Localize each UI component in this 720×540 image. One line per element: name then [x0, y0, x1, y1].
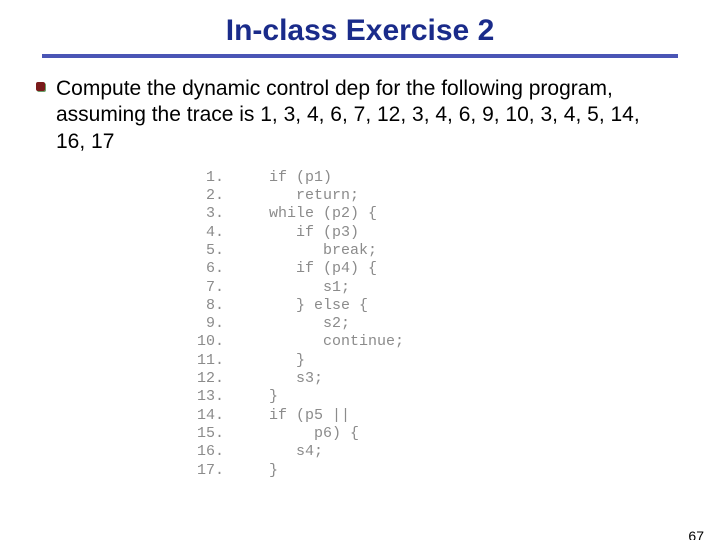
code-line: 3. while (p2) { — [190, 205, 720, 223]
bullet-text: Compute the dynamic control dep for the … — [56, 77, 640, 153]
code-line: 2. return; — [190, 187, 720, 205]
code-line: 7. s1; — [190, 279, 720, 297]
slide-title: In-class Exercise 2 — [0, 14, 720, 48]
code-line: 4. if (p3) — [190, 224, 720, 242]
code-line: 16. s4; — [190, 443, 720, 461]
code-line: 9. s2; — [190, 315, 720, 333]
code-line: 15. p6) { — [190, 425, 720, 443]
code-line: 8. } else { — [190, 297, 720, 315]
code-line: 5. break; — [190, 242, 720, 260]
bullet-icon — [36, 82, 46, 92]
code-line: 6. if (p4) { — [190, 260, 720, 278]
code-line: 1. if (p1) — [190, 169, 720, 187]
bullet-item: Compute the dynamic control dep for the … — [56, 76, 670, 155]
code-listing: 1. if (p1) 2. return; 3. while (p2) { 4.… — [190, 169, 720, 480]
code-line: 13. } — [190, 388, 720, 406]
code-line: 14. if (p5 || — [190, 407, 720, 425]
page-number: 67 — [688, 528, 704, 540]
code-line: 10. continue; — [190, 333, 720, 351]
code-line: 11. } — [190, 352, 720, 370]
code-line: 17. } — [190, 462, 720, 480]
code-line: 12. s3; — [190, 370, 720, 388]
title-underline — [42, 54, 678, 58]
